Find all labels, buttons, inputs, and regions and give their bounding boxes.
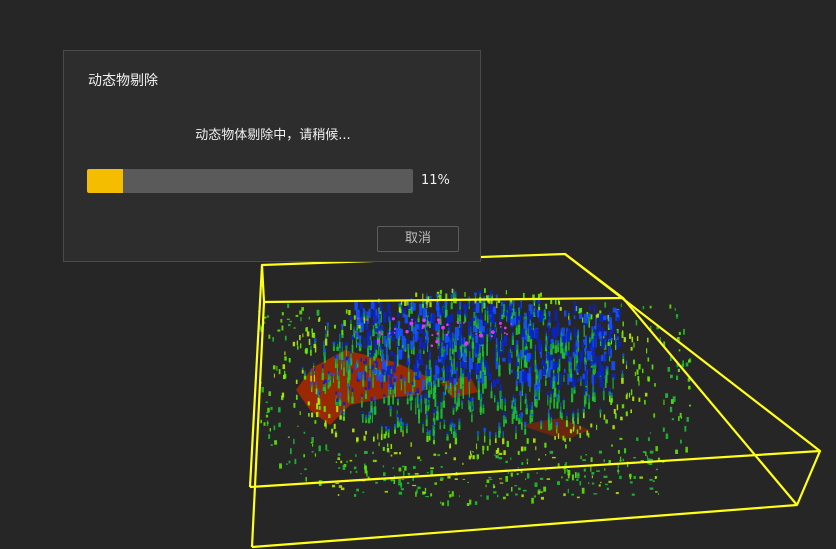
progress-bar-fill [87, 169, 123, 193]
dynamic-object-removal-dialog: 动态物剔除 动态物体剔除中，请稍候... 11% 取消 [63, 50, 481, 262]
bounding-box-bottom-face [249, 449, 822, 549]
dialog-title: 动态物剔除 [88, 73, 158, 89]
progress-bar [87, 169, 413, 193]
cancel-button[interactable]: 取消 [377, 226, 459, 252]
bounding-box-edge [622, 297, 798, 506]
bounding-box-edge [564, 253, 821, 452]
progress-percent: 11% [421, 173, 450, 188]
dialog-message: 动态物体剔除中，请稍候... [195, 128, 351, 143]
